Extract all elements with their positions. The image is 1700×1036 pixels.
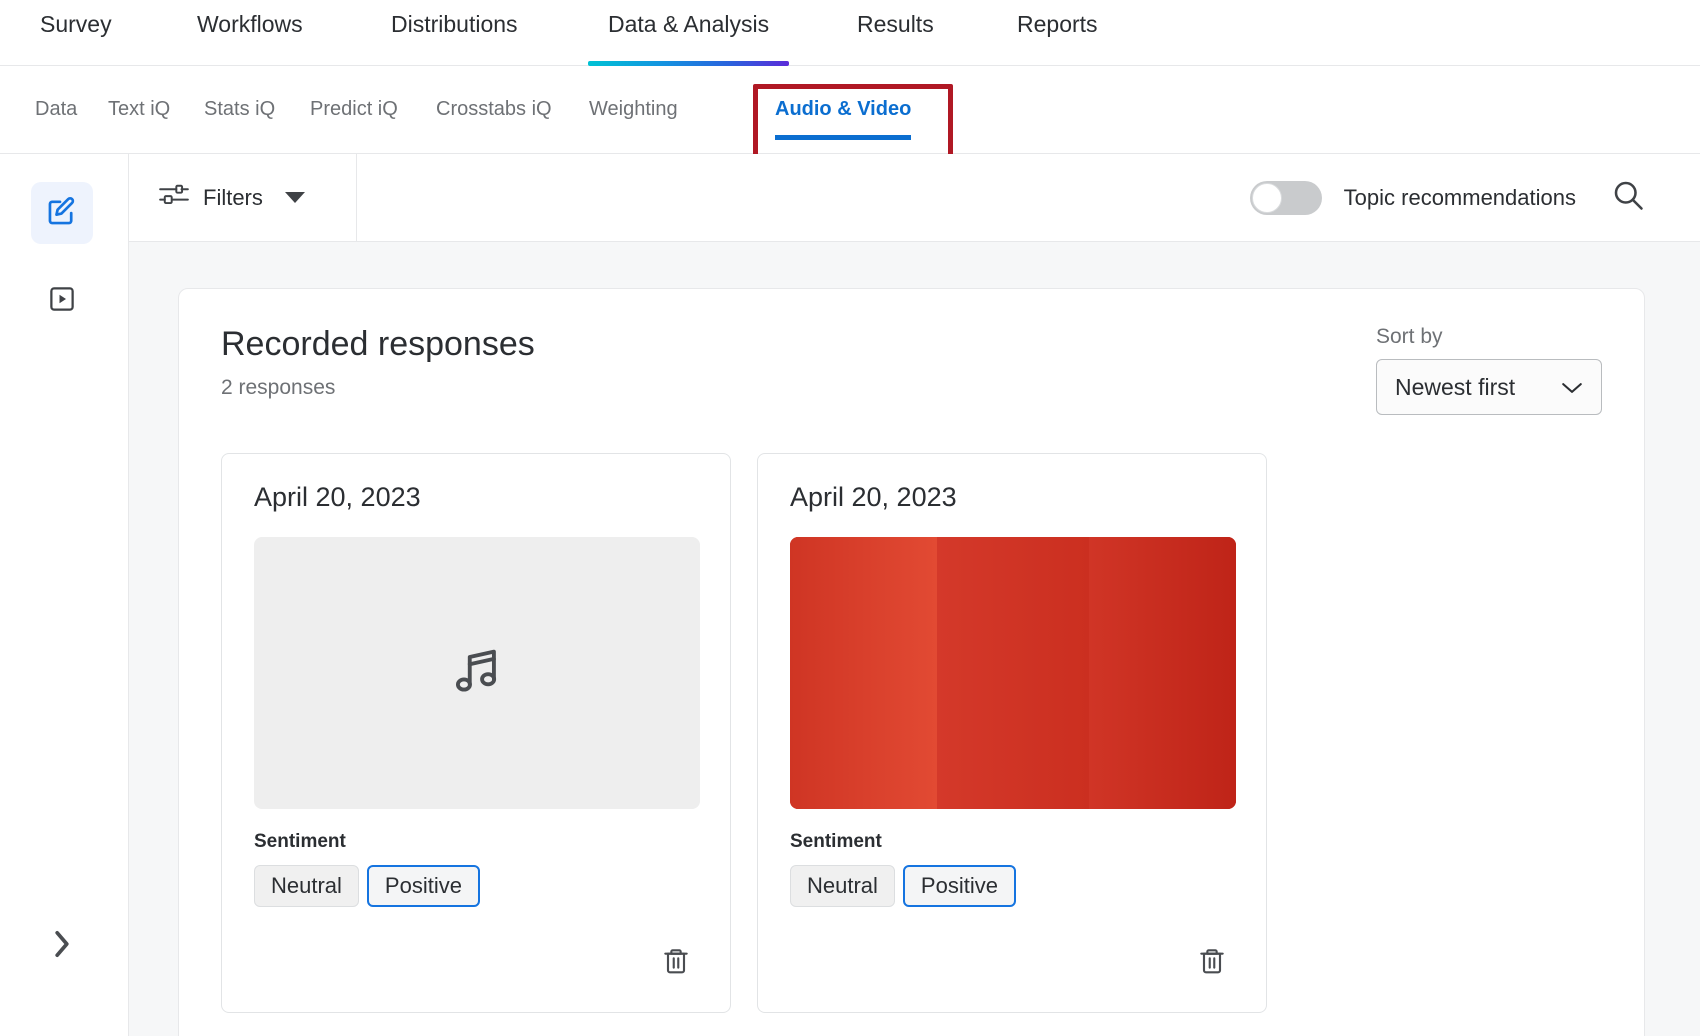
video-media-thumbnail[interactable] <box>790 537 1236 809</box>
tab-stats-iq[interactable]: Stats iQ <box>204 66 275 154</box>
filters-label: Filters <box>203 184 263 210</box>
toggle-knob <box>1251 182 1282 213</box>
video-thumbnail-band <box>937 537 1089 809</box>
tab-label: Stats iQ <box>204 98 276 120</box>
chevron-right-icon <box>51 928 73 965</box>
tab-label: Predict iQ <box>310 98 398 120</box>
response-date: April 20, 2023 <box>790 482 957 512</box>
nav-item-label: Distributions <box>391 11 518 37</box>
tab-label: Text iQ <box>108 98 171 120</box>
trash-icon <box>1196 945 1228 982</box>
tab-crosstabs-iq[interactable]: Crosstabs iQ <box>436 66 552 154</box>
caret-down-icon[interactable] <box>284 192 305 203</box>
tab-label: Crosstabs iQ <box>436 98 552 120</box>
sentiment-chip-group: Neutral Positive <box>254 865 698 907</box>
panel-header: Recorded responses 2 responses Sort by N… <box>221 325 1602 415</box>
music-note-icon <box>448 642 506 705</box>
edit-square-icon <box>45 194 79 233</box>
tab-label: Audio & Video <box>775 98 912 120</box>
sort-by-select[interactable]: Newest first <box>1376 359 1602 415</box>
video-thumbnail-band <box>790 537 938 809</box>
tab-text-iq[interactable]: Text iQ <box>108 66 170 154</box>
main-content: Recorded responses 2 responses Sort by N… <box>129 242 1700 1036</box>
nav-item-data-and-analysis[interactable]: Data & Analysis <box>588 0 790 66</box>
toolbar-right-group: Topic recommendations <box>1249 176 1700 220</box>
sort-by-label: Sort by <box>1376 325 1443 348</box>
chip-label: Neutral <box>271 873 342 898</box>
response-card[interactable]: April 20, 2023 Sentiment Neutral Positiv… <box>221 453 731 1013</box>
tab-label: Weighting <box>589 98 678 120</box>
response-count: 2 responses <box>221 376 336 399</box>
response-card[interactable]: April 20, 2023 Sentiment Neutral Positiv… <box>757 453 1267 1013</box>
primary-navigation: Survey Workflows Distributions Data & An… <box>0 0 1700 66</box>
card-actions <box>254 941 698 985</box>
nav-item-reports[interactable]: Reports <box>1017 0 1098 66</box>
content-toolbar: Filters Topic recommendations <box>129 153 1700 242</box>
sidebar-expand-button[interactable] <box>40 924 84 968</box>
nav-item-label: Survey <box>40 11 112 37</box>
left-icon-rail <box>0 154 129 1036</box>
delete-response-button[interactable] <box>654 941 698 985</box>
sentiment-label: Sentiment <box>254 831 346 852</box>
page-title: Recorded responses <box>221 325 535 363</box>
chip-label: Positive <box>384 873 462 898</box>
sentiment-chip-neutral[interactable]: Neutral <box>254 865 359 907</box>
nav-item-label: Results <box>857 11 934 37</box>
nav-item-results[interactable]: Results <box>857 0 934 66</box>
response-date: April 20, 2023 <box>254 482 421 512</box>
sort-by-value: Newest first <box>1395 373 1516 400</box>
sort-by-group: Sort by Newest first <box>1376 325 1602 415</box>
sentiment-chip-group: Neutral Positive <box>790 865 1234 907</box>
sentiment-chip-neutral[interactable]: Neutral <box>790 865 895 907</box>
tab-audio-and-video[interactable]: Audio & Video <box>775 66 912 154</box>
panel-title-group: Recorded responses 2 responses <box>221 325 535 400</box>
nav-item-distributions[interactable]: Distributions <box>391 0 518 66</box>
nav-item-label: Data & Analysis <box>608 11 770 37</box>
sentiment-chip-positive[interactable]: Positive <box>902 865 1016 907</box>
rail-item-edit[interactable] <box>31 182 93 244</box>
delete-response-button[interactable] <box>1190 941 1234 985</box>
response-card-list: April 20, 2023 Sentiment Neutral Positiv… <box>221 453 1602 1013</box>
chevron-down-icon <box>1561 374 1583 401</box>
search-button[interactable] <box>1606 176 1650 220</box>
nav-item-label: Workflows <box>197 11 303 37</box>
sliders-icon <box>159 182 189 213</box>
card-actions <box>790 941 1234 985</box>
chip-label: Positive <box>920 873 998 898</box>
video-thumbnail-band <box>1088 537 1236 809</box>
topic-recommendations-label: Topic recommendations <box>1343 184 1576 210</box>
tab-data[interactable]: Data <box>35 66 77 154</box>
recorded-responses-panel: Recorded responses 2 responses Sort by N… <box>178 288 1645 1036</box>
nav-item-workflows[interactable]: Workflows <box>197 0 303 66</box>
rail-item-video[interactable] <box>31 270 93 332</box>
nav-item-label: Reports <box>1017 11 1098 37</box>
filters-button[interactable]: Filters <box>129 153 357 242</box>
search-icon <box>1610 177 1646 218</box>
app-root: Survey Workflows Distributions Data & An… <box>0 0 1700 1036</box>
chip-label: Neutral <box>807 873 878 898</box>
sentiment-chip-positive[interactable]: Positive <box>366 865 480 907</box>
tab-label: Data <box>35 98 78 120</box>
secondary-tabs: Data Text iQ Stats iQ Predict iQ Crossta… <box>0 66 1700 154</box>
audio-media-placeholder[interactable] <box>254 537 700 809</box>
topic-recommendations-toggle[interactable] <box>1249 180 1322 215</box>
play-square-icon <box>47 284 77 319</box>
tab-predict-iq[interactable]: Predict iQ <box>310 66 398 154</box>
sentiment-label: Sentiment <box>790 831 882 852</box>
tab-active-underline <box>775 134 912 140</box>
nav-item-survey[interactable]: Survey <box>40 0 112 66</box>
trash-icon <box>660 945 692 982</box>
tab-weighting[interactable]: Weighting <box>589 66 678 154</box>
